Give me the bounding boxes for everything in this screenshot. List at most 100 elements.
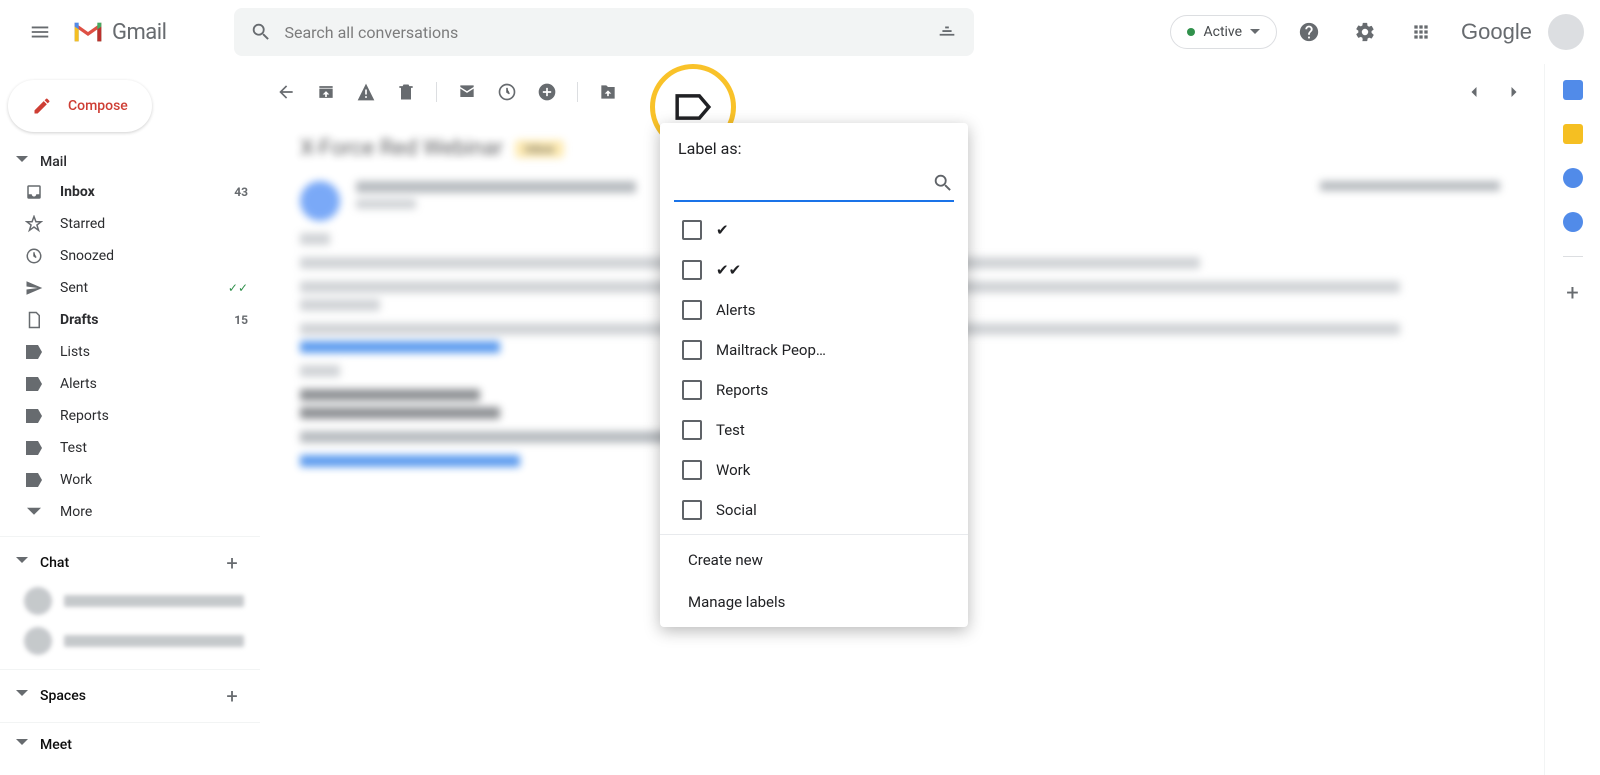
label-option[interactable]: Reports [660,370,968,410]
collapse-icon [16,156,28,168]
chat-section-header[interactable]: Chat + [0,545,260,581]
search-bar[interactable] [234,8,974,56]
calendar-addon[interactable] [1563,80,1583,100]
label-option[interactable]: ✔✔ [660,250,968,290]
main-menu-button[interactable] [16,8,64,56]
label-icon[interactable] [674,91,712,123]
apps-button[interactable] [1397,8,1445,56]
nav-reports[interactable]: Reports [0,400,260,432]
label-option[interactable]: ✔ [660,210,968,250]
nav-work[interactable]: Work [0,464,260,496]
manage-labels[interactable]: Manage labels [660,581,968,623]
nav-alerts[interactable]: Alerts [0,368,260,400]
label-as-popup: Label as: ✔ ✔✔ Alerts Mailtrack Peop… Re… [660,123,968,627]
label-icon [24,470,44,490]
chevron-down-icon [24,502,44,522]
popup-title: Label as: [660,123,968,166]
email-subject: X-Force Red Webinar [300,136,503,161]
mail-section-header[interactable]: Mail [0,148,260,176]
gmail-icon [72,20,104,44]
gear-icon [1354,21,1376,43]
nav-sent[interactable]: Sent ✓✓ [0,272,260,304]
spaces-section-header[interactable]: Spaces + [0,678,260,714]
send-icon [24,278,44,298]
label-chip[interactable]: Inbox [515,140,564,158]
next-button[interactable] [1504,82,1524,102]
chat-contact[interactable] [0,621,260,661]
nav-starred[interactable]: Starred [0,208,260,240]
checkbox-icon [682,500,702,520]
google-logo-text: Google [1461,19,1532,45]
label-icon [24,438,44,458]
new-space-button[interactable]: + [220,684,244,708]
gmail-logo[interactable]: Gmail [72,20,166,45]
gmail-text: Gmail [112,20,166,45]
star-icon [24,214,44,234]
label-option[interactable]: Social [660,490,968,530]
meet-section-header[interactable]: Meet [0,731,260,759]
pencil-icon [32,96,52,116]
label-option[interactable]: Mailtrack Peop… [660,330,968,370]
popup-search-input[interactable] [674,170,932,196]
email-meta [1320,181,1500,191]
nav-inbox[interactable]: Inbox 43 [0,176,260,208]
compose-button[interactable]: Compose [8,80,152,132]
label-icon [24,342,44,362]
search-icon [932,172,954,194]
account-avatar[interactable] [1548,14,1584,50]
mark-unread-button[interactable] [457,82,477,102]
checkbox-icon [682,380,702,400]
nav-lists[interactable]: Lists [0,336,260,368]
label-option[interactable]: Work [660,450,968,490]
checkbox-icon [682,220,702,240]
search-icon [250,21,272,43]
label-option[interactable]: Test [660,410,968,450]
sent-tracked-icon: ✓✓ [228,281,248,295]
apps-grid-icon [1411,22,1431,42]
popup-search[interactable] [674,166,954,202]
prev-button[interactable] [1464,82,1484,102]
panel-separator [1563,256,1583,257]
get-addons-button[interactable]: + [1566,281,1578,306]
checkbox-icon [682,420,702,440]
new-chat-button[interactable]: + [220,551,244,575]
label-icon [24,406,44,426]
checkbox-icon [682,260,702,280]
delete-button[interactable] [396,82,416,102]
label-icon [24,374,44,394]
search-input[interactable] [284,23,924,42]
hamburger-icon [29,21,51,43]
nav-drafts[interactable]: Drafts 15 [0,304,260,336]
add-task-button[interactable] [537,82,557,102]
help-icon [1298,21,1320,43]
nav-more[interactable]: More [0,496,260,528]
tasks-addon[interactable] [1563,168,1583,188]
chevron-down-icon [1250,27,1260,37]
keep-addon[interactable] [1563,124,1583,144]
checkbox-icon [682,460,702,480]
settings-button[interactable] [1341,8,1389,56]
archive-button[interactable] [316,82,336,102]
sender-avatar[interactable] [300,181,340,221]
status-indicator[interactable]: Active [1170,15,1277,49]
status-dot-icon [1187,28,1195,36]
chat-contact[interactable] [0,581,260,621]
nav-test[interactable]: Test [0,432,260,464]
search-options-icon[interactable] [936,21,958,43]
status-label: Active [1203,24,1242,40]
move-to-button[interactable] [598,82,618,102]
inbox-icon [24,182,44,202]
back-button[interactable] [276,82,296,102]
clock-icon [24,246,44,266]
create-new-label[interactable]: Create new [660,539,968,581]
contacts-addon[interactable] [1563,212,1583,232]
compose-label: Compose [68,98,128,114]
report-spam-button[interactable] [356,82,376,102]
checkbox-icon [682,300,702,320]
support-button[interactable] [1285,8,1333,56]
draft-icon [24,310,44,330]
nav-snoozed[interactable]: Snoozed [0,240,260,272]
label-option[interactable]: Alerts [660,290,968,330]
checkbox-icon [682,340,702,360]
snooze-button[interactable] [497,82,517,102]
